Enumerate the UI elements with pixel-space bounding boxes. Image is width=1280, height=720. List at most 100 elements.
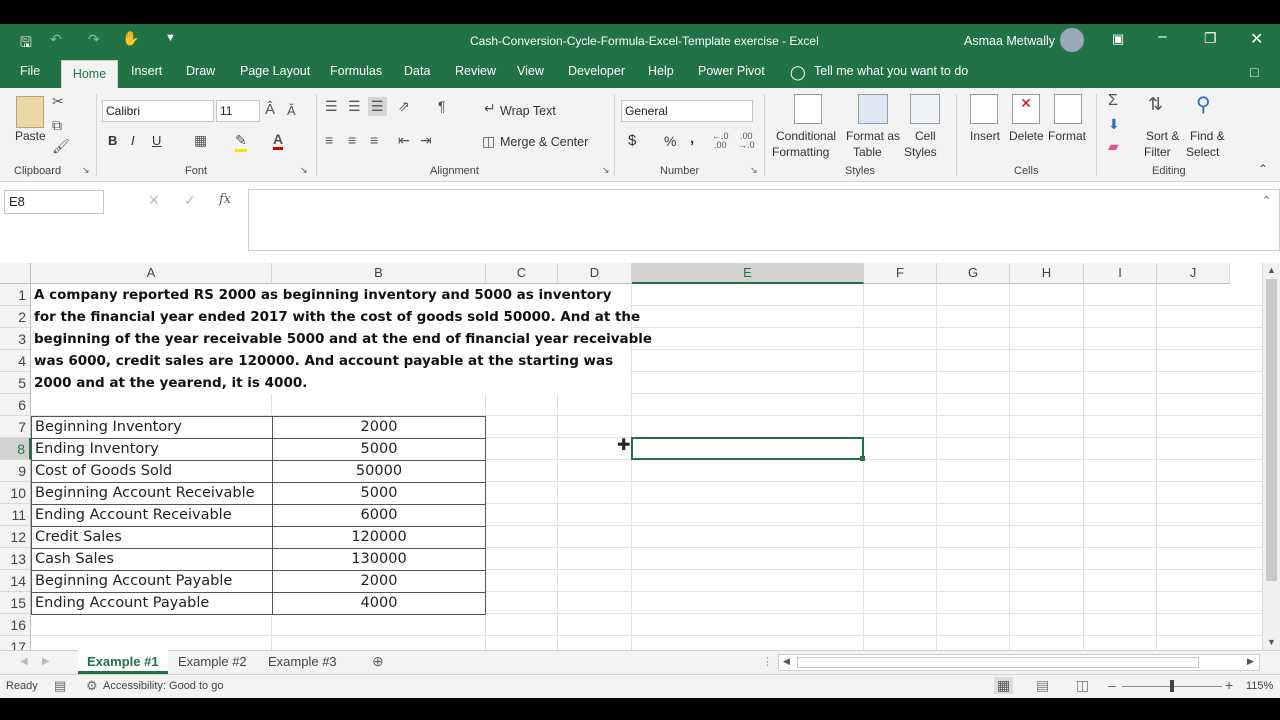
sheet-tab-example-1[interactable]: Example #1 [87,654,159,669]
scroll-down-icon[interactable]: ▼ [1267,637,1276,647]
row-header-9[interactable]: 9 [0,460,31,482]
merge-center-icon[interactable]: ◫ [482,133,495,150]
row-header-1[interactable]: 1 [0,284,31,306]
insert-function-icon[interactable]: fx [219,192,231,207]
insert-cells-icon[interactable] [970,94,998,124]
cell-styles-icon[interactable] [910,94,940,124]
increase-font-icon[interactable]: Â [265,101,275,118]
middle-align-icon[interactable]: ☰ [348,98,361,115]
orientation-icon[interactable]: ⇗ [398,98,410,115]
page-break-view-icon[interactable]: ◫ [1076,677,1089,694]
column-header-d[interactable]: D [558,263,632,284]
autosum-icon[interactable]: Σ [1108,92,1118,110]
font-color-icon[interactable]: A [273,131,284,150]
tab-page-layout[interactable]: Page Layout [240,64,310,78]
cell-a2[interactable]: for the financial year ended 2017 with t… [34,306,640,328]
table-value-cell[interactable]: 2000 [272,570,486,593]
h-scroll-thumb[interactable] [797,657,1199,668]
tab-home[interactable]: Home [61,60,118,88]
format-button[interactable]: Format [1048,129,1086,143]
bottom-align-icon[interactable]: ☰ [368,97,387,116]
bold-button[interactable]: B [108,133,117,148]
decrease-decimal-icon[interactable]: .00 →.0 [738,132,755,150]
row-header-12[interactable]: 12 [0,526,31,548]
row-header-2[interactable]: 2 [0,306,31,328]
tab-formulas[interactable]: Formulas [330,64,382,78]
tab-data[interactable]: Data [404,64,430,78]
ribbon-display-icon[interactable]: ▣ [1112,31,1124,47]
row-header-8[interactable]: 8 [0,438,31,460]
text-direction-icon[interactable]: ¶ [438,98,446,114]
fill-icon[interactable]: ⬇ [1108,116,1120,133]
table-value-cell[interactable]: 5000 [272,438,486,461]
table-label-cell[interactable]: Ending Account Receivable [31,504,273,527]
add-sheet-icon[interactable]: ⊕ [372,653,384,670]
format-as-table-icon[interactable] [858,94,888,124]
redo-icon[interactable]: ↷ [88,31,100,48]
zoom-in-icon[interactable]: + [1225,677,1233,693]
row-header-16[interactable]: 16 [0,614,31,636]
collapse-ribbon-icon[interactable]: ⌃ [1258,162,1268,176]
number-launcher-icon[interactable]: ↘ [750,165,758,176]
cell-a1[interactable]: A company reported RS 2000 as beginning … [34,284,612,306]
find-select-button[interactable]: Find & [1190,129,1225,143]
alignment-launcher-icon[interactable]: ↘ [602,165,610,176]
number-format-select[interactable]: General [621,100,753,122]
cell-a4[interactable]: was 6000, credit sales are 120000. And a… [34,350,613,372]
scroll-right-icon[interactable]: ▶ [1247,656,1254,667]
borders-icon[interactable]: ▦ [194,132,207,149]
row-header-14[interactable]: 14 [0,570,31,592]
user-name[interactable]: Asmaa Metwally [964,34,1055,48]
fill-color-icon[interactable]: ✎ [235,132,247,152]
next-sheet-icon[interactable]: ▶ [42,656,50,667]
sort-filter-icon[interactable]: ⇅ [1148,94,1163,115]
cell-styles-button[interactable]: Cell [915,129,936,143]
sort-filter-button[interactable]: Sort & [1146,129,1179,143]
align-center-icon[interactable]: ≡ [348,132,356,148]
table-value-cell[interactable]: 6000 [272,504,486,527]
wrap-text-icon[interactable]: ↵ [484,100,496,117]
clipboard-launcher-icon[interactable]: ↘ [82,165,90,176]
format-as-table-button[interactable]: Format as [846,129,900,143]
row-header-7[interactable]: 7 [0,416,31,438]
font-size-select[interactable]: 11 [216,100,260,122]
avatar[interactable] [1060,28,1084,52]
format-painter-icon[interactable]: 🖌 [52,138,70,155]
zoom-level[interactable]: 115% [1246,680,1273,692]
scroll-thumb[interactable] [1266,279,1277,581]
table-label-cell[interactable]: Beginning Account Payable [31,570,273,593]
page-layout-view-icon[interactable]: ▤ [1036,677,1049,694]
table-value-cell[interactable]: 2000 [272,416,486,439]
underline-button[interactable]: U [152,133,161,148]
row-header-10[interactable]: 10 [0,482,31,504]
cell-a3[interactable]: beginning of the year receivable 5000 an… [34,328,652,350]
active-cell-e8[interactable] [631,437,864,460]
table-value-cell[interactable]: 5000 [272,482,486,505]
tab-developer[interactable]: Developer [568,64,625,78]
zoom-out-icon[interactable]: – [1108,677,1116,693]
accessibility-status[interactable]: Accessibility: Good to go [103,680,223,692]
undo-icon[interactable]: ↶ [50,31,62,48]
tab-draw[interactable]: Draw [186,64,215,78]
customize-qat-icon[interactable]: ▼ [165,32,176,44]
align-left-icon[interactable]: ≡ [325,132,333,148]
conditional-formatting-icon[interactable] [794,94,822,124]
row-header-5[interactable]: 5 [0,372,31,394]
cut-icon[interactable]: ✂ [52,93,64,110]
column-header-i[interactable]: I [1084,263,1157,284]
row-header-17[interactable]: 17 [0,636,31,650]
expand-formula-icon[interactable]: ⌃ [1262,194,1271,207]
decrease-indent-icon[interactable]: ⇤ [398,132,410,149]
font-name-select[interactable]: Calibri [102,100,214,122]
paste-icon[interactable] [16,96,44,128]
touch-mode-icon[interactable]: ✋ [122,30,139,47]
name-box[interactable]: E8 [4,190,104,214]
tab-view[interactable]: View [517,64,544,78]
table-label-cell[interactable]: Ending Account Payable [31,592,273,615]
row-header-6[interactable]: 6 [0,394,31,416]
column-header-b[interactable]: B [272,263,486,284]
close-icon[interactable]: ✕ [1250,29,1263,49]
column-header-j[interactable]: J [1157,263,1230,284]
tab-insert[interactable]: Insert [131,64,162,78]
table-label-cell[interactable]: Ending Inventory [31,438,273,461]
